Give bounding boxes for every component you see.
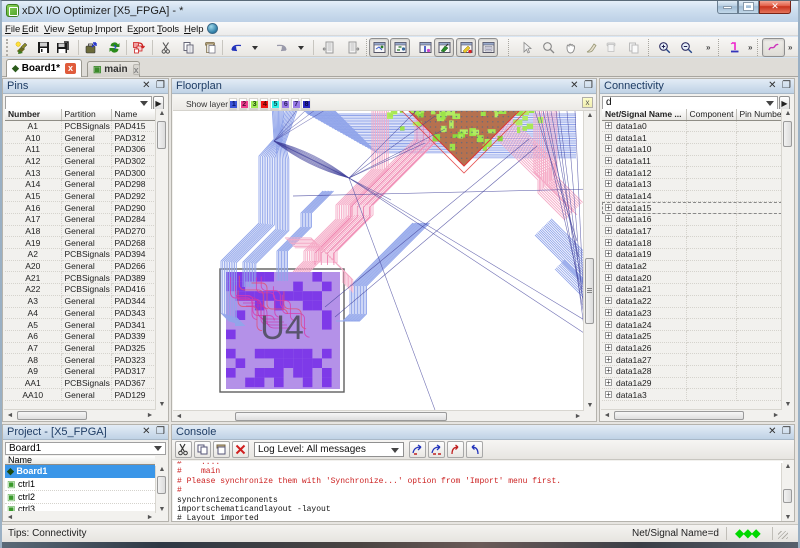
svg-text:U4: U4	[260, 309, 303, 347]
